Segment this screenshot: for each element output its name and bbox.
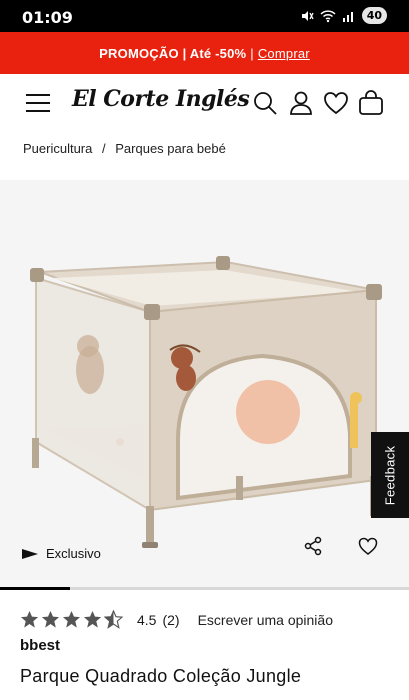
product-image-gallery[interactable] xyxy=(0,180,409,590)
feedback-tab[interactable]: Feedback xyxy=(371,432,409,518)
breadcrumb-item-parques[interactable]: Parques para bebé xyxy=(115,141,226,156)
breadcrumb-separator: / xyxy=(102,141,106,156)
feedback-label: Feedback xyxy=(382,445,398,505)
star-icon xyxy=(41,610,60,628)
mute-icon xyxy=(301,10,314,21)
breadcrumb: Puericultura / Parques para bebé xyxy=(23,141,226,156)
play-triangle-icon xyxy=(22,548,38,559)
star-icon xyxy=(62,610,81,628)
exclusive-label: Exclusivo xyxy=(46,546,101,561)
promo-separator: | xyxy=(250,45,254,61)
site-header: El Corte Inglés xyxy=(0,74,409,134)
brand-logo[interactable]: El Corte Inglés xyxy=(72,86,250,112)
exclusive-badge: Exclusivo xyxy=(22,546,101,561)
shopping-bag-icon[interactable] xyxy=(358,90,384,116)
rating-score: 4.5 xyxy=(137,611,157,628)
product-brand[interactable]: bbest xyxy=(20,637,60,654)
star-icon xyxy=(20,610,39,628)
breadcrumb-item-puericultura[interactable]: Puericultura xyxy=(23,141,92,156)
favorite-heart-icon[interactable] xyxy=(358,536,378,556)
product-title: Parque Quadrado Coleção Jungle xyxy=(20,666,302,686)
status-bar: 01:09 40 xyxy=(0,0,409,32)
status-time: 01:09 xyxy=(22,8,73,27)
star-icon xyxy=(83,610,102,628)
promo-banner[interactable]: PROMOÇÃO | Até -50% | Comprar xyxy=(0,32,409,74)
share-icon[interactable] xyxy=(303,536,323,556)
product-image xyxy=(0,180,409,590)
heart-icon[interactable] xyxy=(323,90,349,116)
search-icon[interactable] xyxy=(252,90,278,116)
user-icon[interactable] xyxy=(288,90,314,116)
product-rating[interactable]: 4.5 (2) Escrever uma opinião xyxy=(20,610,333,629)
status-icons: 40 xyxy=(300,7,387,24)
battery-icon: 40 xyxy=(361,7,387,24)
signal-icon xyxy=(342,11,353,22)
rating-stars xyxy=(20,610,123,629)
half-star-icon xyxy=(104,610,123,629)
hamburger-menu-icon[interactable] xyxy=(26,93,50,113)
promo-text: PROMOÇÃO | Até -50% xyxy=(99,45,247,61)
rating-count: (2) xyxy=(162,611,180,628)
write-review-link[interactable]: Escrever uma opinião xyxy=(198,612,333,628)
promo-link[interactable]: Comprar xyxy=(258,46,310,61)
wifi-icon xyxy=(320,9,336,22)
gallery-progress-fill xyxy=(0,587,70,590)
gallery-progress xyxy=(0,587,409,590)
